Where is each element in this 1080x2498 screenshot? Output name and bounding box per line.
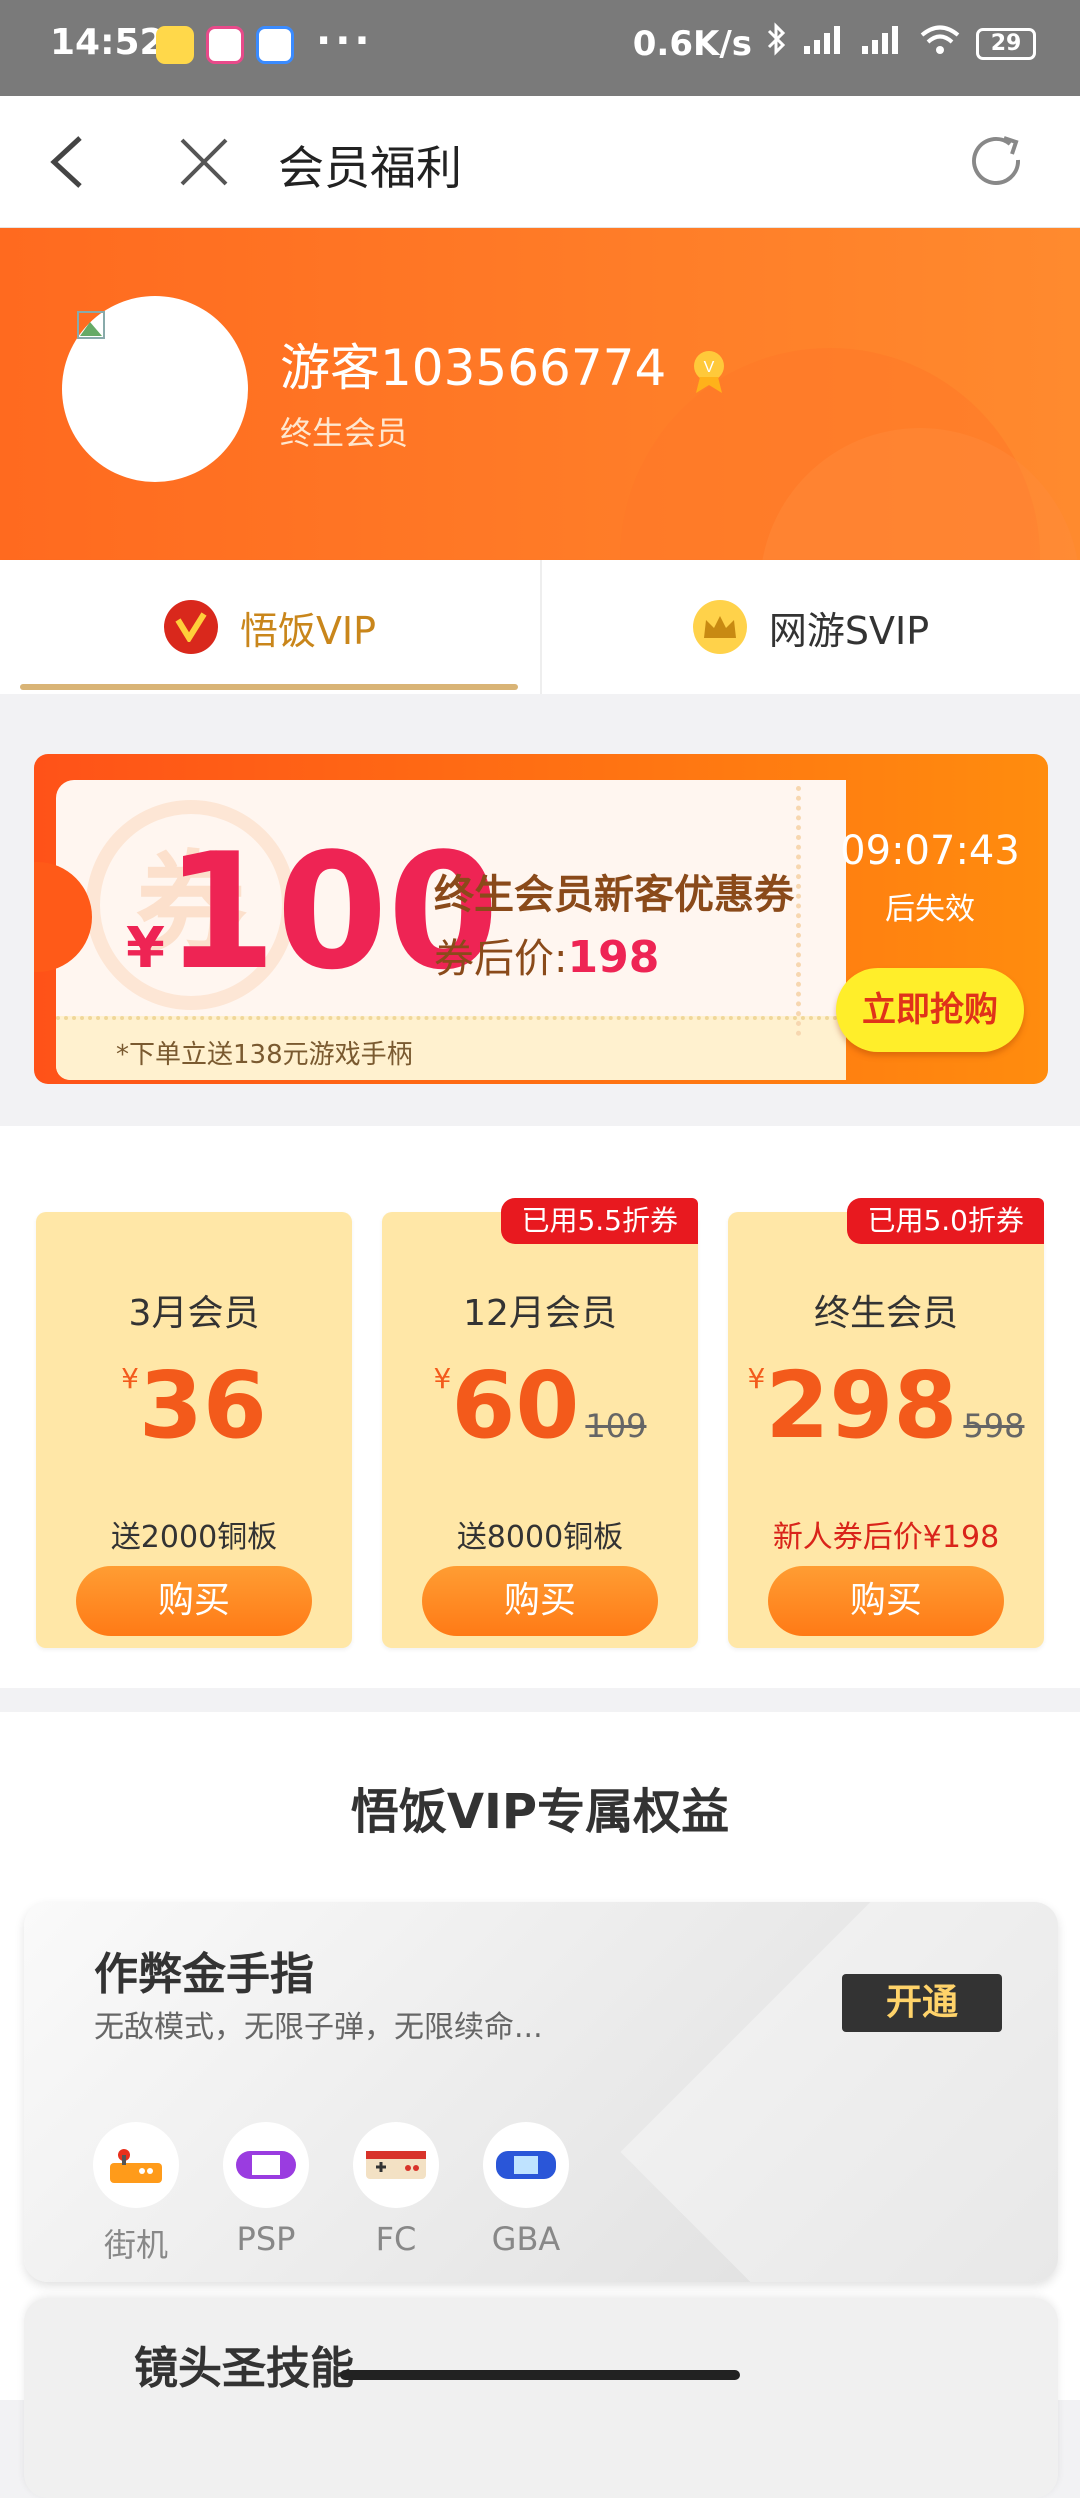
close-icon[interactable] <box>176 134 232 190</box>
tab-wufan-vip[interactable]: 悟饭VIP <box>0 560 540 694</box>
plan-gift: 送2000铜板 <box>110 1520 278 1555</box>
buy-button-lifetime[interactable]: 购买 <box>768 1566 1004 1636</box>
buy-button-3-month[interactable]: 购买 <box>76 1566 312 1636</box>
coupon-currency: ¥ <box>126 916 165 981</box>
tab-label-svip: 网游SVIP <box>768 608 930 653</box>
username-text: 游客103566774 <box>280 339 667 397</box>
plan-price-value: 36 <box>138 1352 267 1459</box>
plan-gift: 送8000铜板 <box>456 1520 624 1555</box>
card-decoration <box>620 1902 1058 2282</box>
youku-icon-2 <box>256 26 294 64</box>
benefit-card-cheat-codes[interactable]: 作弊金手指 无敌模式，无限子弹，无限续命... 开通 街机 PSP FC GBA <box>24 1902 1058 2282</box>
tab-label-vip: 悟饭VIP <box>239 608 377 653</box>
status-bar: 14:52 ··· 0.6K/s 29 <box>0 0 1080 96</box>
crown-icon <box>692 600 747 654</box>
activate-button[interactable]: 开通 <box>842 1974 1002 2032</box>
benefits-title: 悟饭VIP专属权益 <box>350 1784 730 1840</box>
countdown-label: 后失效 <box>885 892 975 927</box>
username: 游客103566774 V <box>280 328 728 400</box>
coupon-section: 券 ¥100 终生会员新客优惠券 券后价:198 *下单立送138元游戏手柄 0… <box>0 694 1080 1126</box>
membership-plans: 3月会员 ¥36 送2000铜板 购买 已用5.5折券 12月会员 ¥60 109… <box>0 1126 1080 1688</box>
platform-arcade[interactable]: 街机 <box>86 2122 186 2266</box>
discount-badge: 已用5.5折券 <box>501 1198 698 1244</box>
status-time: 14:52 <box>50 22 165 63</box>
plan-price: ¥60 109 <box>382 1352 698 1459</box>
plan-name: 3月会员 <box>128 1293 260 1334</box>
benefit-heading: 作弊金手指 <box>94 1949 314 2000</box>
buy-button-12-month[interactable]: 购买 <box>422 1566 658 1636</box>
plan-gift: 新人券后价¥198 <box>772 1520 1000 1555</box>
coupon-body: 券 ¥100 终生会员新客优惠券 券后价:198 *下单立送138元游戏手柄 <box>56 780 846 1080</box>
benefit-description: 无敌模式，无限子弹，无限续命... <box>94 2010 543 2045</box>
coupon-title: 终生会员新客优惠券 <box>434 872 794 918</box>
vip-v-icon <box>163 600 218 654</box>
tab-online-svip[interactable]: 网游SVIP <box>540 560 1080 694</box>
new-customer-coupon[interactable]: 券 ¥100 终生会员新客优惠券 券后价:198 *下单立送138元游戏手柄 0… <box>34 754 1048 1084</box>
plan-card-lifetime[interactable]: 已用5.0折券 终生会员 ¥298 598 新人券后价¥198 购买 <box>728 1198 1044 1648</box>
top-navigation-bar: 会员福利 <box>0 96 1080 228</box>
plan-original-price: 598 <box>963 1407 1025 1445</box>
signal-icon-2 <box>860 22 904 65</box>
svg-text:V: V <box>704 359 715 376</box>
plan-name: 终生会员 <box>813 1293 958 1334</box>
vip-medal-icon: V <box>694 350 725 393</box>
profile-header: 游客103566774 V 终生会员 <box>0 228 1080 560</box>
avatar[interactable] <box>62 296 248 482</box>
fc-icon <box>353 2122 439 2208</box>
signal-icon <box>802 22 846 65</box>
discount-badge: 已用5.0折券 <box>847 1198 1044 1244</box>
benefit-heading-2: 镜头圣技能 <box>134 2343 354 2394</box>
platform-psp[interactable]: PSP <box>216 2122 316 2258</box>
back-icon[interactable] <box>40 132 100 192</box>
platform-label: GBA <box>491 2220 561 2258</box>
plan-name: 12月会员 <box>463 1293 617 1334</box>
platform-label: PSP <box>236 2220 296 2258</box>
plan-card-3-month[interactable]: 3月会员 ¥36 送2000铜板 购买 <box>36 1212 352 1648</box>
after-price-value: 198 <box>567 932 660 983</box>
plan-currency: ¥ <box>747 1362 766 1395</box>
plan-currency: ¥ <box>121 1362 139 1395</box>
coupon-perforation <box>796 786 806 1036</box>
coupon-note-strip: *下单立送138元游戏手柄 <box>56 1016 846 1080</box>
grab-now-button[interactable]: 立即抢购 <box>836 968 1024 1052</box>
coupon-note: *下单立送138元游戏手柄 <box>116 1040 413 1070</box>
app-notification-icon <box>156 26 194 64</box>
active-tab-indicator <box>20 684 518 690</box>
plan-price-value: 298 <box>765 1352 958 1459</box>
platform-fc[interactable]: FC <box>346 2122 446 2258</box>
home-indicator[interactable] <box>340 2370 740 2380</box>
battery-icon: 29 <box>976 27 1036 60</box>
bluetooth-icon <box>766 22 788 65</box>
network-speed: 0.6K/s <box>632 23 752 64</box>
refresh-icon[interactable] <box>966 130 1030 194</box>
vip-benefits-section: 悟饭VIP专属权益 作弊金手指 无敌模式，无限子弹，无限续命... 开通 街机 … <box>0 1712 1080 2498</box>
platform-gba[interactable]: GBA <box>476 2122 576 2258</box>
after-price-label: 券后价: <box>434 936 568 982</box>
member-level: 终生会员 <box>280 414 409 452</box>
page-title: 会员福利 <box>278 141 462 195</box>
coupon-after-price: 券后价:198 <box>434 926 659 984</box>
platform-label: 街机 <box>103 2226 168 2264</box>
more-notifications-icon: ··· <box>316 18 374 64</box>
countdown-timer: 09:07:43 <box>840 828 1020 874</box>
plan-card-12-month[interactable]: 已用5.5折券 12月会员 ¥60 109 送8000铜板 购买 <box>382 1198 698 1648</box>
wifi-icon <box>918 22 962 65</box>
plan-currency: ¥ <box>433 1362 452 1395</box>
plan-price: ¥298 598 <box>728 1352 1044 1459</box>
arcade-icon <box>93 2122 179 2208</box>
youku-icon <box>206 26 244 64</box>
benefit-card-2[interactable]: 镜头圣技能 <box>24 2298 1058 2498</box>
psp-icon <box>223 2122 309 2208</box>
platform-label: FC <box>375 2220 417 2258</box>
gba-icon <box>483 2122 569 2208</box>
plan-price: ¥36 <box>36 1352 352 1459</box>
vip-tabs: 悟饭VIP 网游SVIP <box>0 560 1080 694</box>
plan-original-price: 109 <box>585 1407 647 1445</box>
plan-price-value: 60 <box>451 1352 580 1459</box>
